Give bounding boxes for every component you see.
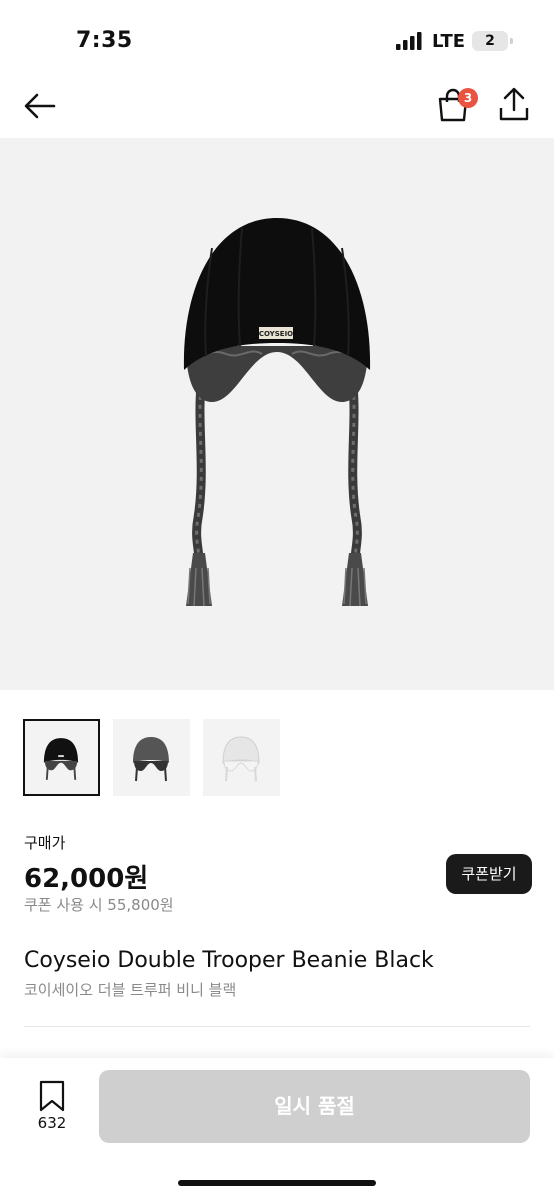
coupon-price-text: 쿠폰 사용 시 55,800원 [24, 896, 174, 914]
thumbnail-black[interactable] [23, 719, 100, 796]
bottom-action-bar: 632 일시 품절 [0, 1058, 554, 1200]
beanie-illustration: COYSEIO [183, 218, 371, 607]
get-coupon-button[interactable]: 쿠폰받기 [446, 854, 532, 894]
status-bar: 7:35 LTE 2 [0, 0, 554, 80]
thumbnail-black-image [43, 738, 79, 780]
price-amount: 62,000원 [24, 864, 149, 894]
battery-icon: 2 [472, 31, 513, 51]
share-upload-icon[interactable] [496, 86, 532, 124]
cellular-signal-icon [396, 32, 422, 50]
battery-level: 2 [485, 33, 495, 49]
network-type: LTE [432, 31, 466, 52]
thumbnail-white-image [222, 736, 260, 782]
price-section: 구매가 62,000원 쿠폰 사용 시 55,800원 쿠폰받기 [24, 832, 534, 914]
arrow-left-icon[interactable] [22, 88, 58, 124]
product-title-section: Coyseio Double Trooper Beanie Black 코이세이… [24, 948, 534, 1000]
wishlist-count: 632 [37, 1114, 67, 1132]
bookmark-icon [39, 1080, 65, 1112]
product-image[interactable]: COYSEIO [0, 138, 554, 690]
status-time: 7:35 [76, 28, 133, 53]
thumbnail-gray-image [133, 737, 169, 782]
cart-count-badge: 3 [458, 88, 478, 108]
thumbnail-gray[interactable] [113, 719, 190, 796]
product-title: Coyseio Double Trooper Beanie Black [24, 948, 434, 973]
sold-out-button[interactable]: 일시 품절 [99, 1070, 530, 1143]
product-subtitle: 코이세이오 더블 트루퍼 비니 블랙 [24, 981, 237, 999]
wishlist-button[interactable]: 632 [30, 1080, 74, 1136]
home-indicator [178, 1180, 376, 1186]
battery-cap [510, 38, 513, 44]
brand-label: COYSEIO [259, 330, 293, 338]
thumbnail-white[interactable] [203, 719, 280, 796]
divider [24, 1026, 530, 1027]
price-label: 구매가 [24, 834, 66, 852]
